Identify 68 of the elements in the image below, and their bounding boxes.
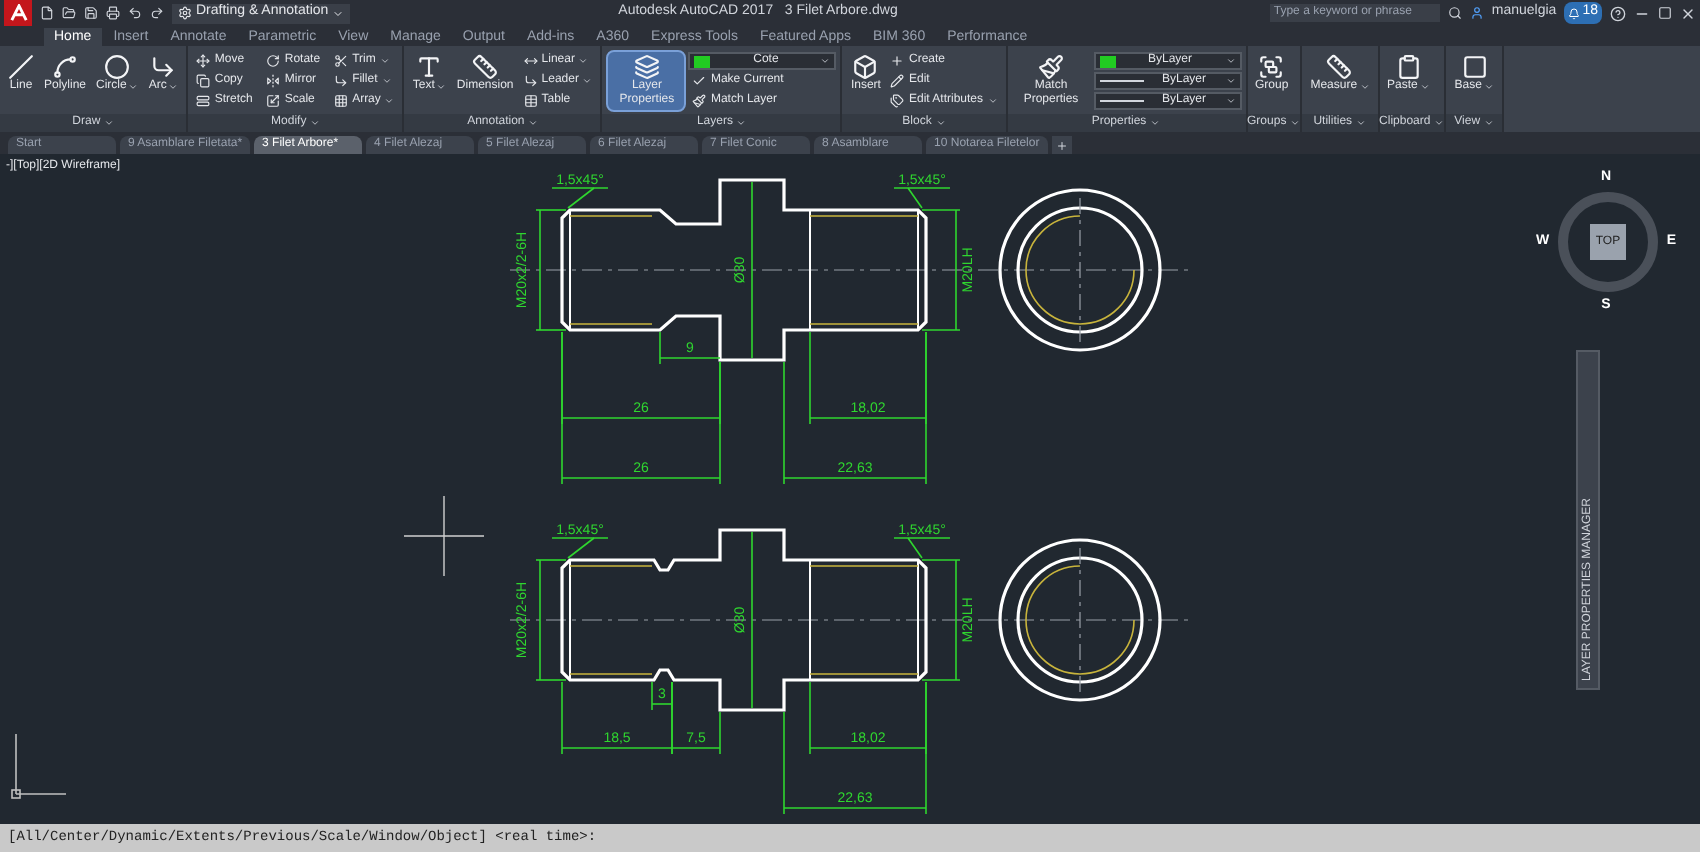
undo-icon — [128, 6, 142, 20]
leader-line — [893, 187, 951, 209]
dimension-icon — [472, 54, 499, 80]
help-icon[interactable] — [1610, 5, 1626, 21]
caret-icon — [104, 118, 115, 128]
close-icon[interactable] — [1680, 5, 1696, 21]
polyline-icon — [52, 54, 78, 80]
make-current-icon — [692, 74, 707, 88]
table-icon — [523, 94, 538, 108]
create-icon — [890, 54, 905, 68]
text-icon — [416, 54, 443, 80]
toolbar-button[interactable] — [150, 6, 164, 20]
measure-icon — [1326, 54, 1353, 80]
maximize-icon[interactable] — [1658, 6, 1672, 20]
toolbar-button[interactable] — [128, 6, 142, 20]
paste-icon — [1395, 54, 1422, 80]
scissors-icon — [334, 54, 349, 68]
leader-line — [893, 537, 951, 559]
caret-icon — [1434, 118, 1445, 128]
caret-icon — [1484, 118, 1495, 128]
gear-icon — [178, 6, 192, 20]
toolbar-button[interactable] — [106, 6, 120, 20]
group-icon — [1258, 54, 1285, 80]
insert-block-icon — [852, 54, 879, 80]
open-folder-icon — [62, 6, 76, 20]
search-icon — [1447, 6, 1462, 20]
new-file-icon — [40, 6, 54, 20]
caret-icon — [1150, 118, 1161, 128]
circle-icon — [104, 54, 131, 80]
toolbar-button[interactable] — [84, 6, 98, 20]
bell-icon — [1568, 7, 1581, 19]
ucs-axis-icon — [11, 733, 67, 799]
scale-icon — [266, 94, 281, 108]
toolbar-button[interactable] — [40, 6, 54, 20]
caret-icon — [1356, 118, 1367, 128]
linetype-sample — [1099, 80, 1144, 82]
linear-dimension-icon — [523, 54, 538, 68]
match-layer-icon — [692, 94, 707, 108]
match-properties-icon — [1038, 54, 1065, 80]
app-menu-button[interactable] — [4, 0, 32, 26]
caret-icon — [332, 7, 345, 19]
caret-icon — [310, 118, 321, 128]
letter-a-logo-icon — [9, 4, 27, 22]
save-icon — [84, 6, 98, 20]
copy-icon — [196, 74, 211, 88]
caret-icon — [736, 118, 747, 128]
base-view-icon — [1461, 54, 1488, 80]
redo-icon — [150, 6, 164, 20]
mirror-icon — [266, 74, 281, 88]
caret-icon — [935, 118, 946, 128]
attributes-icon — [890, 94, 905, 108]
caret-icon — [528, 118, 539, 128]
linetype-sample — [1099, 100, 1144, 102]
user-icon — [1469, 6, 1484, 20]
edit-icon — [890, 74, 905, 88]
leader-line — [551, 187, 609, 209]
rotate-icon — [266, 54, 281, 68]
grid-icon — [334, 94, 349, 108]
plus-icon — [1055, 139, 1068, 151]
caret-icon — [1290, 118, 1301, 128]
line-icon — [8, 54, 34, 80]
new-tab-button[interactable] — [1051, 136, 1072, 154]
move-icon — [196, 54, 211, 68]
crosshair-cursor-icon — [403, 495, 485, 577]
toolbar-button[interactable] — [62, 6, 76, 20]
leader-line — [551, 537, 609, 559]
layers-icon — [633, 54, 660, 80]
print-icon — [106, 6, 120, 20]
